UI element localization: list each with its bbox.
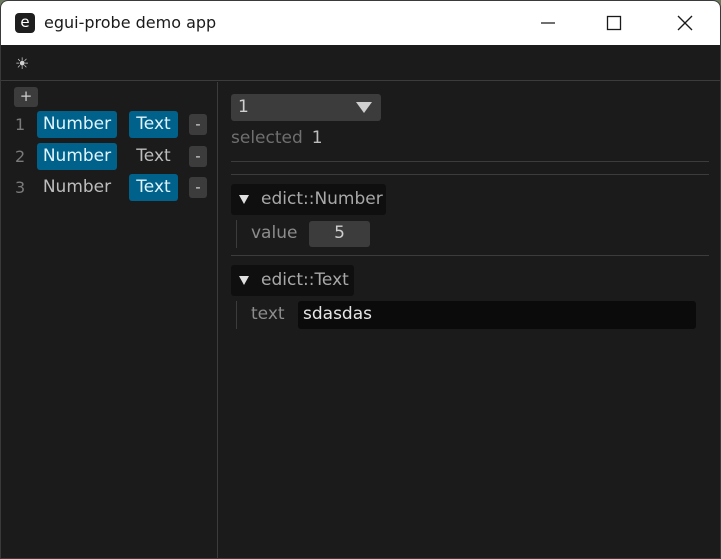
maximize-icon (606, 15, 622, 31)
text-label: text (251, 304, 285, 324)
chevron-down-icon (356, 102, 372, 113)
triangle-down-icon (239, 276, 249, 285)
minimize-icon (541, 22, 555, 24)
text-field[interactable]: sdasdas (298, 301, 696, 329)
selected-label: selected (231, 128, 303, 148)
row-index: 2 (15, 147, 26, 166)
selected-value: 1 (311, 128, 323, 148)
number-toggle[interactable]: Number (37, 143, 117, 170)
number-section-title: edict::Number (261, 189, 383, 209)
remove-item-button[interactable]: - (189, 146, 207, 167)
sun-icon[interactable]: ☀ (15, 55, 33, 73)
minimize-button[interactable] (515, 1, 581, 45)
number-section-header[interactable]: edict::Number (231, 184, 386, 215)
menu-bar: ☀ (1, 45, 720, 81)
divider (231, 255, 709, 256)
text-toggle[interactable]: Text (129, 111, 178, 138)
remove-item-button[interactable]: - (189, 177, 207, 198)
list-item: 3 Number Text - (1, 174, 218, 202)
list-item: 2 Number Text - (1, 143, 218, 171)
app-window: e egui-probe demo app ☀ + 1 Number Text … (0, 0, 721, 559)
text-section-title: edict::Text (261, 270, 349, 290)
list-item: 1 Number Text - (1, 111, 218, 139)
close-icon (677, 15, 693, 31)
indent-guide (236, 220, 237, 248)
row-index: 3 (15, 178, 26, 197)
text-toggle[interactable]: Text (129, 174, 178, 201)
left-panel: + 1 Number Text - 2 Number Text - 3 Numb… (1, 82, 218, 558)
value-drag-input[interactable]: 5 (309, 221, 370, 247)
right-panel: 1 selected 1 edict::Number value 5 edict:… (219, 82, 720, 558)
add-item-button[interactable]: + (14, 87, 38, 107)
value-label: value (251, 223, 298, 243)
app-icon: e (15, 13, 35, 33)
close-button[interactable] (652, 1, 718, 45)
text-section-header[interactable]: edict::Text (231, 265, 354, 296)
text-toggle[interactable]: Text (129, 143, 178, 170)
title-bar[interactable]: e egui-probe demo app (1, 1, 720, 45)
maximize-button[interactable] (581, 1, 647, 45)
row-index: 1 (15, 115, 26, 134)
triangle-down-icon (239, 195, 249, 204)
window-title: egui-probe demo app (44, 13, 217, 32)
indent-guide (236, 301, 237, 329)
selected-readout: selected 1 (231, 128, 323, 148)
combo-value: 1 (238, 97, 249, 117)
number-toggle[interactable]: Number (37, 111, 117, 138)
index-combo-box[interactable]: 1 (231, 94, 381, 121)
number-toggle[interactable]: Number (37, 174, 117, 201)
divider (231, 161, 709, 162)
divider (231, 174, 709, 175)
remove-item-button[interactable]: - (189, 114, 207, 135)
